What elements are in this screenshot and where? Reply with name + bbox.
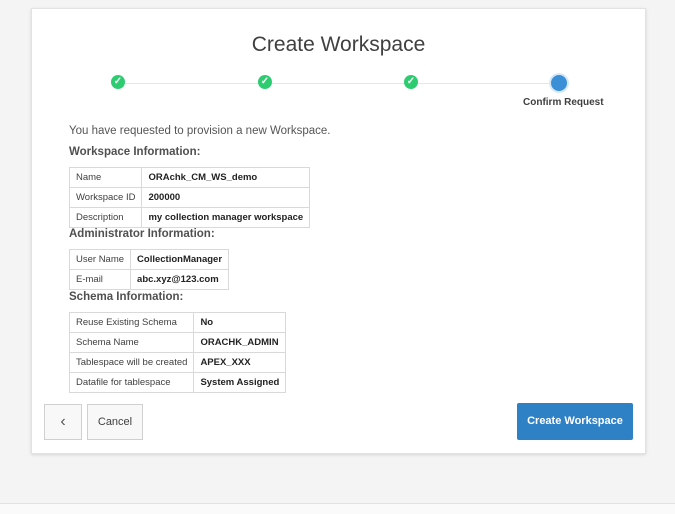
row-key: Description	[68, 207, 143, 228]
workspace-info-table: Name ORAchk_CM_WS_demo Workspace ID 2000…	[68, 167, 311, 228]
row-key: User Name	[68, 249, 132, 270]
admin-info-heading: Administrator Information:	[69, 228, 215, 240]
schema-info-table: Reuse Existing Schema No Schema Name ORA…	[68, 312, 287, 393]
step-4-label: Confirm Request	[523, 97, 604, 108]
previous-button[interactable]: ‹	[44, 404, 82, 440]
wizard-card: Create Workspace ✓ ✓ ✓ Confirm Request Y…	[31, 8, 646, 454]
row-value: APEX_XXX	[193, 352, 287, 373]
table-row: Workspace ID 200000	[68, 187, 311, 208]
row-value: System Assigned	[193, 372, 287, 393]
step-1-complete-icon: ✓	[111, 75, 125, 89]
row-value: abc.xyz@123.com	[130, 269, 230, 290]
table-row: Description my collection manager worksp…	[68, 207, 311, 228]
row-key: Name	[68, 167, 143, 188]
row-value: 200000	[141, 187, 311, 208]
chevron-left-icon: ‹	[60, 413, 66, 430]
row-value: No	[193, 312, 287, 333]
table-row: Tablespace will be created APEX_XXX	[68, 352, 287, 373]
row-value: ORAchk_CM_WS_demo	[141, 167, 311, 188]
row-value: CollectionManager	[130, 249, 230, 270]
bottom-bar	[0, 503, 675, 514]
schema-info-heading: Schema Information:	[69, 291, 184, 303]
wizard-progress: ✓ ✓ ✓ Confirm Request	[32, 9, 645, 119]
table-row: Name ORAchk_CM_WS_demo	[68, 167, 311, 188]
row-value: my collection manager workspace	[141, 207, 311, 228]
create-workspace-button[interactable]: Create Workspace	[517, 403, 633, 440]
progress-line	[124, 83, 556, 84]
step-2-complete-icon: ✓	[258, 75, 272, 89]
row-key: Tablespace will be created	[68, 352, 195, 373]
row-value: ORACHK_ADMIN	[193, 332, 287, 353]
row-key: Reuse Existing Schema	[68, 312, 195, 333]
row-key: Workspace ID	[68, 187, 143, 208]
table-row: Reuse Existing Schema No	[68, 312, 287, 333]
step-3-complete-icon: ✓	[404, 75, 418, 89]
row-key: E-mail	[68, 269, 132, 290]
admin-info-table: User Name CollectionManager E-mail abc.x…	[68, 249, 230, 290]
table-row: E-mail abc.xyz@123.com	[68, 269, 230, 290]
cancel-button[interactable]: Cancel	[87, 404, 143, 440]
row-key: Schema Name	[68, 332, 195, 353]
step-4-current-icon	[551, 75, 567, 91]
table-row: User Name CollectionManager	[68, 249, 230, 270]
workspace-info-heading: Workspace Information:	[69, 146, 201, 158]
row-key: Datafile for tablespace	[68, 372, 195, 393]
table-row: Datafile for tablespace System Assigned	[68, 372, 287, 393]
intro-text: You have requested to provision a new Wo…	[69, 125, 331, 137]
table-row: Schema Name ORACHK_ADMIN	[68, 332, 287, 353]
